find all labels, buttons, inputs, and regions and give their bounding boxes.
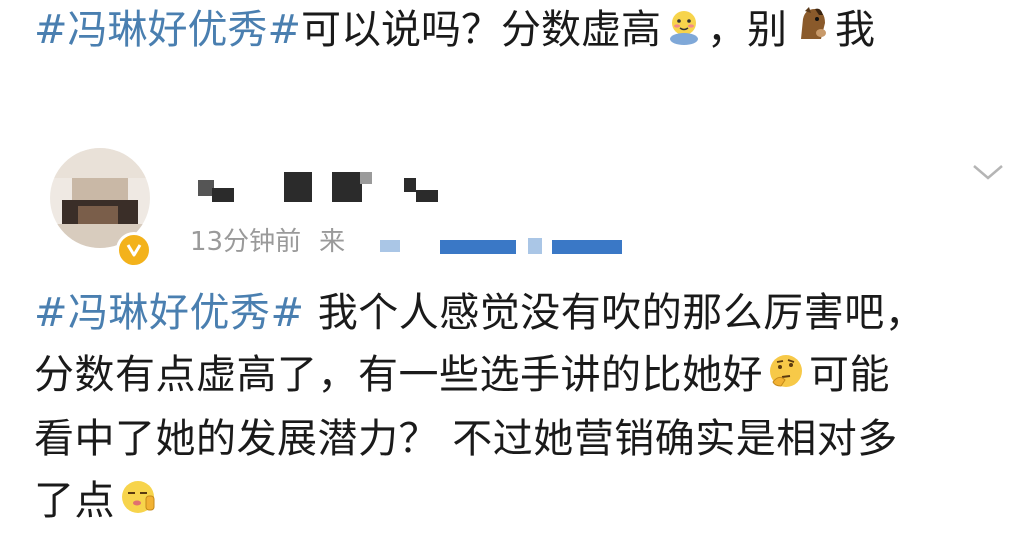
post-line-2: 分数有点虚高了，有一些选手讲的比她好 可能: [34, 344, 994, 408]
quote-text-b: ，别: [707, 7, 788, 53]
source-redacted[interactable]: [380, 236, 630, 256]
thinking-face-emoji-icon: [767, 346, 805, 408]
blushing-face-emoji-icon: [665, 4, 703, 60]
post-line-4-text: 了点: [34, 478, 115, 524]
quote-text-c: 我: [835, 7, 876, 53]
chevron-down-icon[interactable]: [970, 160, 1006, 184]
post-line-1: #冯琳好优秀# 我个人感觉没有吹的那么厉害吧，: [34, 282, 994, 344]
quote-text-a: 可以说吗？分数虚高: [301, 7, 662, 53]
quote-line: #冯琳好优秀#可以说吗？分数虚高 ，别 我: [34, 2, 1014, 60]
post-hashtag-link[interactable]: #冯琳好优秀#: [34, 290, 305, 336]
post-line-2-text: 分数有点虚高了，有一些选手讲的比她好: [34, 352, 763, 398]
username-redacted[interactable]: [192, 164, 452, 204]
smirk-face-emoji-icon: [119, 472, 157, 534]
post-time: 13分钟前: [190, 227, 302, 257]
post-content: #冯琳好优秀# 我个人感觉没有吹的那么厉害吧， 分数有点虚高了，有一些选手讲的比…: [34, 282, 994, 534]
verified-v-icon: [116, 232, 152, 268]
post-line-3: 看中了她的发展潜力？ 不过她营销确实是相对多: [34, 416, 898, 462]
horse-face-emoji-icon: [791, 4, 831, 60]
source-prefix: 来: [319, 227, 346, 257]
hashtag-link[interactable]: #冯琳好优秀#: [34, 7, 301, 53]
post-line-2-tail: 可能: [809, 352, 890, 398]
post-line-1-text: 我个人感觉没有吹的那么厉害吧，: [304, 290, 926, 336]
post-meta: 13分钟前来: [190, 222, 363, 262]
post-line-4: 了点: [34, 470, 994, 534]
